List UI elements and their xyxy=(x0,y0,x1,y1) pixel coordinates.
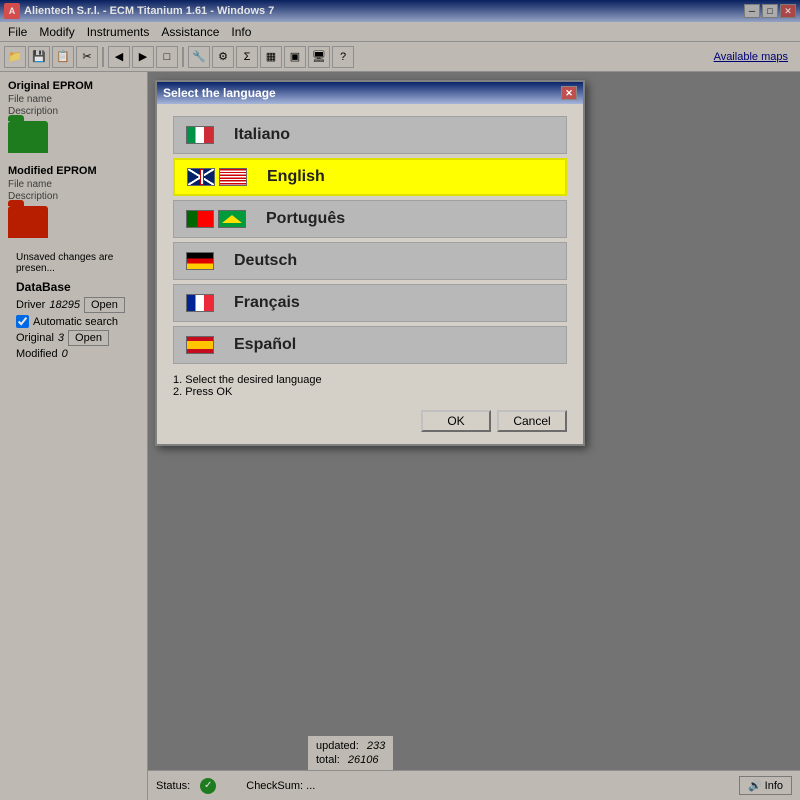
modal-overlay: Select the language ✕ Italiano English xyxy=(0,0,800,800)
language-option-francais[interactable]: Français xyxy=(173,284,567,322)
instruction-1: 1. Select the desired language xyxy=(173,374,567,386)
flag-brazil xyxy=(218,210,246,228)
dialog-title-text: Select the language xyxy=(163,86,561,100)
ok-button[interactable]: OK xyxy=(421,410,491,432)
language-option-espanol[interactable]: Español xyxy=(173,326,567,364)
flag-portugal xyxy=(186,210,214,228)
espanol-label: Español xyxy=(234,336,296,354)
dialog-instructions: 1. Select the desired language 2. Press … xyxy=(173,368,567,406)
language-option-english[interactable]: English xyxy=(173,158,567,196)
flag-italy xyxy=(186,126,214,144)
francais-flags xyxy=(186,294,214,312)
dialog-buttons: OK Cancel xyxy=(173,410,567,432)
deutsch-flags xyxy=(186,252,214,270)
english-flags xyxy=(187,168,247,186)
flag-france xyxy=(186,294,214,312)
dialog-close-button[interactable]: ✕ xyxy=(561,86,577,100)
language-option-deutsch[interactable]: Deutsch xyxy=(173,242,567,280)
italiano-label: Italiano xyxy=(234,126,290,144)
language-option-portugues[interactable]: Português xyxy=(173,200,567,238)
dialog-body: Italiano English Português xyxy=(157,104,583,444)
francais-label: Français xyxy=(234,294,300,312)
english-label: English xyxy=(267,168,325,186)
language-dialog: Select the language ✕ Italiano English xyxy=(155,80,585,446)
language-option-italiano[interactable]: Italiano xyxy=(173,116,567,154)
flag-uk xyxy=(187,168,215,186)
instruction-2: 2. Press OK xyxy=(173,386,567,398)
flag-us xyxy=(219,168,247,186)
espanol-flags xyxy=(186,336,214,354)
portugues-label: Português xyxy=(266,210,345,228)
dialog-title-bar: Select the language ✕ xyxy=(157,82,583,104)
flag-germany xyxy=(186,252,214,270)
cancel-button[interactable]: Cancel xyxy=(497,410,567,432)
flag-spain xyxy=(186,336,214,354)
deutsch-label: Deutsch xyxy=(234,252,297,270)
italiano-flags xyxy=(186,126,214,144)
portugues-flags xyxy=(186,210,246,228)
